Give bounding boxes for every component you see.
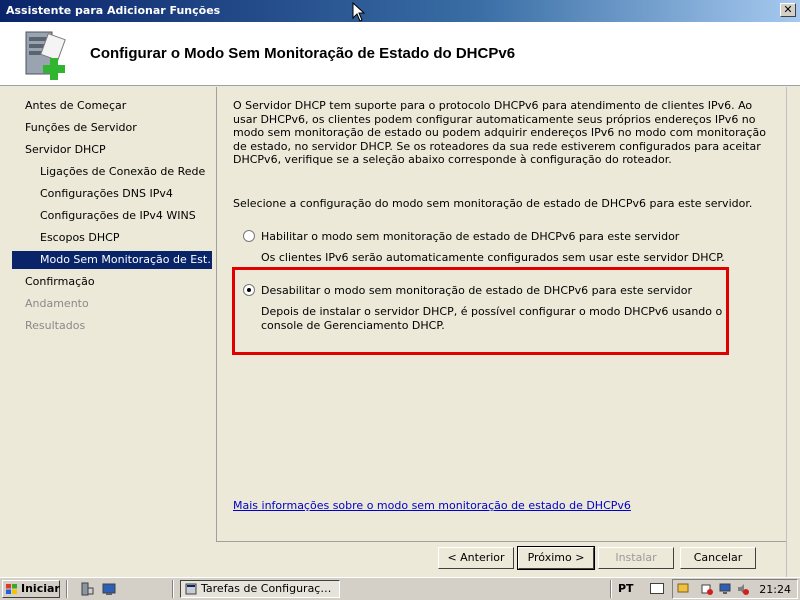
close-button[interactable]: ✕ [780,3,796,17]
button-bar-divider [216,541,786,542]
task-window-icon [185,583,197,595]
cancel-button[interactable]: Cancelar [680,547,756,569]
window-titlebar[interactable]: Assistente para Adicionar Funções ✕ [0,0,800,22]
show-desktop-icon[interactable] [102,582,116,596]
wizard-content: O Servidor DHCP tem suporte para o proto… [216,87,786,541]
nav-item-funcoes-de-servidor[interactable]: Funções de Servidor [12,119,212,137]
option-enable-label[interactable]: Habilitar o modo sem monitoração de esta… [261,230,679,243]
server-manager-icon[interactable] [80,582,94,596]
start-button[interactable]: Iniciar [2,580,60,598]
radio-selected-dot [247,288,251,292]
windows-logo-icon [6,584,17,594]
taskbar-separator [610,580,612,598]
install-button: Instalar [598,547,674,569]
keyboard-icon[interactable] [650,583,664,594]
clock[interactable]: 21:24 [759,583,791,596]
radio-disable-stateless[interactable] [243,284,255,296]
taskbar-task-button[interactable]: Tarefas de Configuraç… [180,580,340,598]
back-button[interactable]: < Anterior [438,547,514,569]
nav-item-antes-de-comecar[interactable]: Antes de Começar [12,97,212,115]
taskbar-separator [172,580,174,598]
option-disable-description: Depois de instalar o servidor DHCP, é po… [261,305,723,332]
system-tray: 21:24 [672,579,798,599]
nav-item-confirmacao[interactable]: Confirmação [12,273,212,291]
task-label: Tarefas de Configuraç… [201,582,332,595]
nav-item-resultados: Resultados [25,319,86,332]
nav-item-dns-ipv4[interactable]: Configurações DNS IPv4 [12,185,212,203]
vertical-scrollbar[interactable] [786,87,800,577]
description-text: O Servidor DHCP tem suporte para o proto… [233,99,766,166]
option-enable-description: Os clientes IPv6 serão automaticamente c… [261,251,725,264]
window-title: Assistente para Adicionar Funções [6,4,221,17]
start-label: Iniciar [21,582,60,595]
nav-item-servidor-dhcp[interactable]: Servidor DHCP [12,141,212,159]
next-button[interactable]: Próximo > [517,546,595,570]
radio-enable-stateless[interactable] [243,230,255,242]
server-add-icon [25,31,66,80]
nav-item-andamento: Andamento [25,297,89,310]
security-alert-icon[interactable] [701,583,713,595]
monitor-icon[interactable] [719,583,731,595]
more-info-link[interactable]: Mais informações sobre o modo sem monito… [233,499,631,512]
nav-item-ligacoes-de-conexao[interactable]: Ligações de Conexão de Rede [12,163,212,181]
taskbar: Iniciar Tarefas de Configuraç… PT 21:24 [0,577,800,600]
language-indicator[interactable]: PT [618,582,634,595]
mouse-cursor-icon [352,2,366,22]
volume-alert-icon[interactable] [737,583,749,595]
page-title: Configurar o Modo Sem Monitoração de Est… [90,45,516,62]
nav-item-modo-sem-monitoracao[interactable]: Modo Sem Monitoração de Est… [12,251,212,269]
network-icon[interactable] [677,583,689,595]
button-bar: < Anterior Próximo > Instalar Cancelar [216,541,786,577]
wizard-nav: Antes de Começar Funções de Servidor Ser… [0,87,214,577]
nav-item-ipv4-wins[interactable]: Configurações de IPv4 WINS [12,207,212,225]
nav-item-escopos-dhcp[interactable]: Escopos DHCP [12,229,212,247]
option-disable-label[interactable]: Desabilitar o modo sem monitoração de es… [261,284,692,297]
taskbar-separator [66,580,68,598]
wizard-header: Configurar o Modo Sem Monitoração de Est… [0,22,800,86]
select-label: Selecione a configuração do modo sem mon… [233,197,753,210]
